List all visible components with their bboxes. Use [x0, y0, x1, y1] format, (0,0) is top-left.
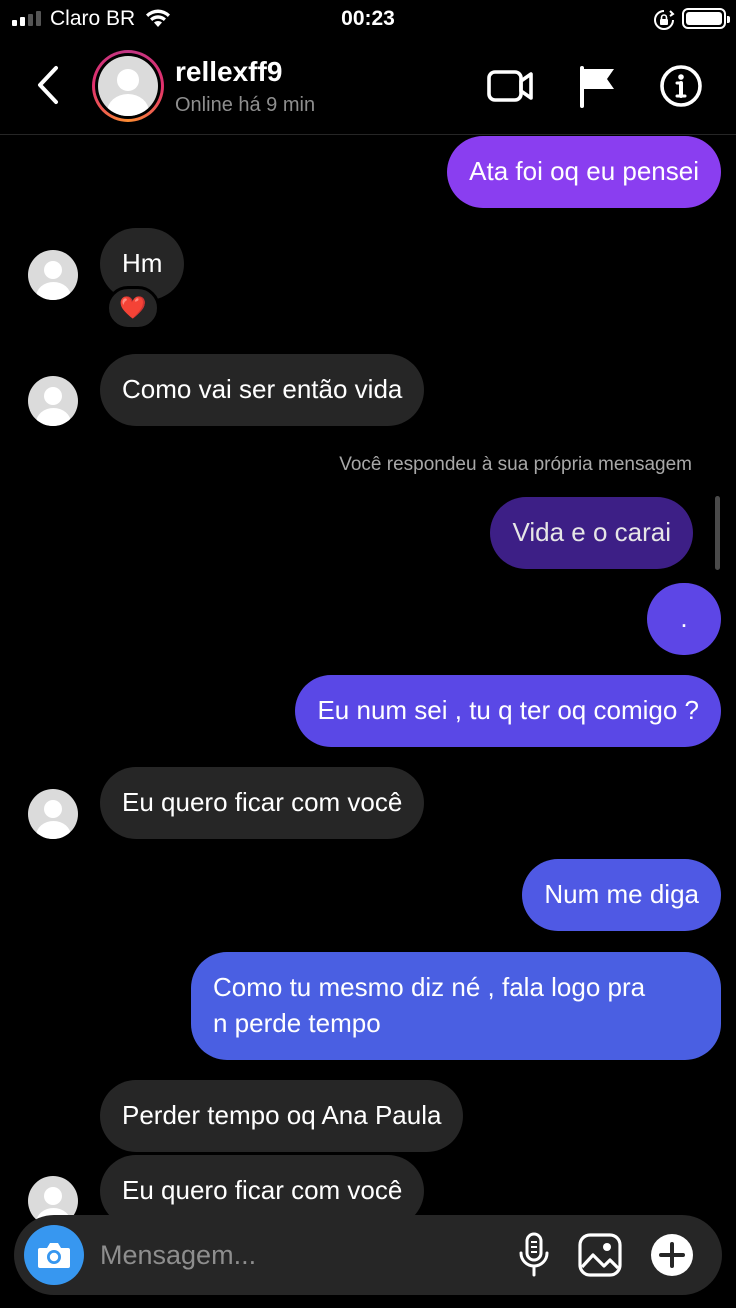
camera-button[interactable] — [24, 1225, 84, 1285]
reaction-badge[interactable]: ❤️ — [106, 286, 160, 330]
sender-avatar — [28, 789, 78, 839]
camera-icon — [38, 1243, 70, 1268]
avatar-placeholder-icon — [98, 56, 158, 116]
outgoing-message[interactable]: Ata foi oq eu pensei — [447, 136, 721, 208]
clock: 00:23 — [341, 7, 395, 30]
info-icon[interactable] — [657, 64, 705, 108]
status-bar: Claro BR 00:23 — [0, 0, 736, 40]
scrollbar[interactable] — [715, 496, 720, 570]
flag-icon[interactable] — [576, 64, 624, 108]
gallery-button[interactable] — [576, 1231, 624, 1279]
message-line: Como tu mesmo diz né , fala logo pra — [213, 972, 646, 1002]
more-options-button[interactable] — [648, 1231, 696, 1279]
message-composer — [14, 1215, 722, 1295]
incoming-message[interactable]: Como vai ser então vida — [100, 354, 425, 426]
video-call-icon[interactable] — [487, 64, 535, 108]
message-line: n perde tempo — [213, 1008, 381, 1038]
battery-icon — [682, 8, 730, 29]
back-icon[interactable] — [28, 62, 68, 108]
gallery-icon — [578, 1233, 622, 1277]
contact-presence: Online há 9 min — [175, 94, 316, 116]
rotation-lock-icon — [654, 10, 675, 30]
reply-note: Você respondeu à sua própria mensagem — [339, 454, 692, 475]
outgoing-message[interactable]: . — [647, 583, 721, 655]
heart-reaction-icon: ❤️ — [119, 295, 147, 320]
chat-header: rellexff9 Online há 9 min — [0, 40, 736, 135]
message-input[interactable] — [100, 1215, 490, 1295]
contact-avatar[interactable] — [92, 50, 164, 122]
sender-avatar — [28, 250, 78, 300]
microphone-icon — [519, 1232, 549, 1277]
incoming-message[interactable]: Perder tempo oq Ana Paula — [100, 1080, 464, 1152]
microphone-button[interactable] — [510, 1231, 558, 1279]
incoming-message[interactable]: Eu quero ficar com você — [100, 767, 425, 839]
outgoing-message[interactable]: Eu num sei , tu q ter oq comigo ? — [295, 675, 721, 747]
plus-icon — [651, 1234, 693, 1276]
contact-username[interactable]: rellexff9 — [175, 56, 282, 88]
outgoing-message[interactable]: Num me diga — [522, 859, 721, 931]
outgoing-message[interactable]: Vida e o carai — [490, 497, 693, 569]
outgoing-message[interactable]: Como tu mesmo diz né , fala logo pra n p… — [191, 952, 721, 1060]
sender-avatar — [28, 376, 78, 426]
